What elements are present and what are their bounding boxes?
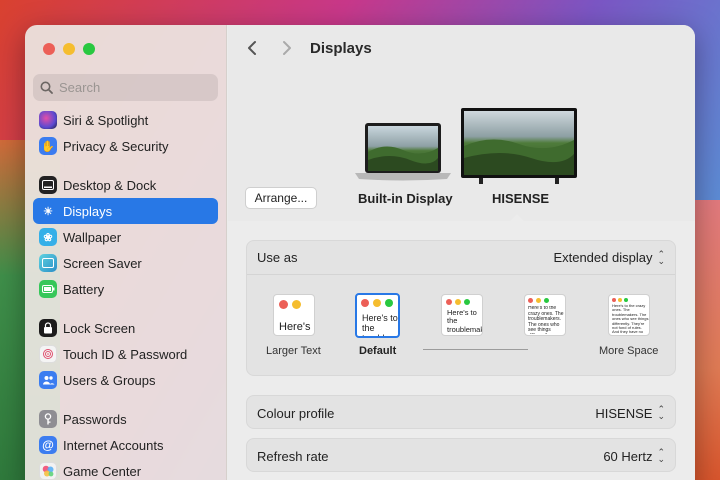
resolution-label-larger-text: Larger Text <box>266 345 321 357</box>
resolution-sample-text: Here's <box>279 321 311 333</box>
arrange-button[interactable]: Arrange... <box>245 187 317 209</box>
search-field[interactable]: Search <box>33 74 218 101</box>
sidebar-list: Siri & Spotlight ✋ Privacy & Security De… <box>33 107 218 480</box>
hand-icon: ✋ <box>39 137 57 155</box>
page-title: Displays <box>310 40 372 57</box>
sidebar-item-passwords[interactable]: Passwords <box>33 406 218 432</box>
close-button[interactable] <box>43 43 55 55</box>
resolution-option-more-space[interactable]: Here's to the crazy ones. The troublemak… <box>608 294 650 336</box>
resolution-scale-track <box>423 349 528 350</box>
sidebar-item-internet-accounts[interactable]: @ Internet Accounts <box>33 432 218 458</box>
selected-display-caret <box>509 214 525 222</box>
sidebar-item-label: Desktop & Dock <box>63 177 157 193</box>
window-controls <box>43 43 95 55</box>
at-icon: @ <box>39 436 57 454</box>
sun-icon: ☀ <box>39 202 57 220</box>
sidebar-item-label: Internet Accounts <box>63 437 164 453</box>
resolution-sample-text: Here's to the troublemakers. The ones wh… <box>447 309 483 333</box>
forward-button[interactable] <box>282 40 292 59</box>
use-as-popup[interactable]: Extended display ⌃ ⌄ <box>553 248 665 266</box>
refresh-rate-card: Refresh rate 60 Hertz ⌃ ⌄ <box>246 438 676 472</box>
resolution-sample-text: Here's to the crazy ones. The troublemak… <box>528 306 564 334</box>
sidebar-item-battery[interactable]: Battery <box>33 276 218 302</box>
display-label-hisense[interactable]: HISENSE <box>492 191 549 206</box>
resolution-sample-text: Here's to the crazy ones. The troublemak… <box>612 304 649 334</box>
up-down-chevron-icon: ⌃ ⌄ <box>657 404 665 421</box>
resolution-sample-text: Here's to the troublemakers. The ones wh… <box>362 314 398 336</box>
sidebar-item-label: Battery <box>63 281 105 297</box>
siri-icon <box>39 111 57 129</box>
up-down-chevron-icon: ⌃ ⌄ <box>657 447 665 464</box>
display-label-built-in[interactable]: Built-in Display <box>358 191 453 206</box>
fingerprint-icon <box>39 345 57 363</box>
refresh-rate-row: Refresh rate 60 Hertz ⌃ ⌄ <box>247 439 675 473</box>
resolution-option-default[interactable]: Here's to the troublemakers. The ones wh… <box>355 293 400 338</box>
colour-profile-value: HISENSE <box>595 405 653 421</box>
colour-profile-popup[interactable]: HISENSE ⌃ ⌄ <box>595 404 665 421</box>
use-as-card: Use as Extended display ⌃ ⌄ Here's Larger… <box>246 240 676 376</box>
up-down-chevron-icon: ⌃ ⌄ <box>657 248 665 266</box>
resolution-option-4[interactable]: Here's to the crazy ones. The troublemak… <box>524 294 566 336</box>
use-as-label: Use as <box>257 250 298 265</box>
dock-icon <box>39 176 57 194</box>
sidebar-item-touch-id-password[interactable]: Touch ID & Password <box>33 341 218 367</box>
screensaver-icon <box>39 254 57 272</box>
sidebar-item-label: Lock Screen <box>63 320 136 336</box>
refresh-rate-value: 60 Hertz <box>603 448 653 464</box>
resolution-option-larger-text[interactable]: Here's <box>273 294 315 336</box>
sidebar-item-privacy-security[interactable]: ✋ Privacy & Security <box>33 133 218 159</box>
built-in-display-thumbnail[interactable] <box>355 122 451 187</box>
battery-icon <box>39 280 57 298</box>
game-center-icon <box>39 462 57 480</box>
use-as-value: Extended display <box>553 250 653 265</box>
resolution-options: Here's Larger Text Here's to the trouble… <box>247 275 675 373</box>
sidebar-item-label: Privacy & Security <box>63 138 169 154</box>
colour-profile-label: Colour profile <box>257 405 335 421</box>
refresh-rate-popup[interactable]: 60 Hertz ⌃ ⌄ <box>603 447 665 464</box>
colour-profile-card: Colour profile HISENSE ⌃ ⌄ <box>246 395 676 429</box>
refresh-rate-label: Refresh rate <box>257 448 329 464</box>
zoom-button[interactable] <box>83 43 95 55</box>
minimize-button[interactable] <box>63 43 75 55</box>
sidebar-item-label: Siri & Spotlight <box>63 112 149 128</box>
sidebar-item-screen-saver[interactable]: Screen Saver <box>33 250 218 276</box>
colour-profile-row: Colour profile HISENSE ⌃ ⌄ <box>247 396 675 430</box>
resolution-label-default: Default <box>359 345 397 357</box>
search-placeholder: Search <box>59 80 101 95</box>
use-as-row: Use as Extended display ⌃ ⌄ <box>247 241 675 275</box>
key-icon <box>39 410 57 428</box>
sidebar-item-label: Game Center <box>63 463 142 479</box>
sidebar-item-users-groups[interactable]: Users & Groups <box>33 367 218 393</box>
lock-icon <box>39 319 57 337</box>
sidebar-item-label: Displays <box>63 203 113 219</box>
back-button[interactable] <box>247 40 257 59</box>
sidebar-item-game-center[interactable]: Game Center <box>33 458 218 480</box>
sidebar-item-label: Wallpaper <box>63 229 122 245</box>
flower-icon: ❀ <box>39 228 57 246</box>
search-icon <box>40 81 53 94</box>
users-icon <box>39 371 57 389</box>
hisense-display-thumbnail[interactable] <box>461 108 577 189</box>
sidebar: Search Siri & Spotlight ✋ Privacy & Secu… <box>25 25 227 480</box>
sidebar-item-siri-spotlight[interactable]: Siri & Spotlight <box>33 107 218 133</box>
sidebar-item-label: Passwords <box>63 411 127 427</box>
sidebar-item-wallpaper[interactable]: ❀ Wallpaper <box>33 224 218 250</box>
sidebar-item-displays[interactable]: ☀ Displays <box>33 198 218 224</box>
resolution-label-more-space: More Space <box>599 345 659 357</box>
chevron-right-icon <box>283 41 291 55</box>
resolution-option-3[interactable]: Here's to the troublemakers. The ones wh… <box>441 294 483 336</box>
sidebar-item-label: Users & Groups <box>63 372 156 388</box>
sidebar-item-label: Touch ID & Password <box>63 346 188 362</box>
sidebar-item-lock-screen[interactable]: Lock Screen <box>33 315 218 341</box>
sidebar-item-desktop-dock[interactable]: Desktop & Dock <box>33 172 218 198</box>
sidebar-item-label: Screen Saver <box>63 255 142 271</box>
chevron-left-icon <box>248 41 256 55</box>
